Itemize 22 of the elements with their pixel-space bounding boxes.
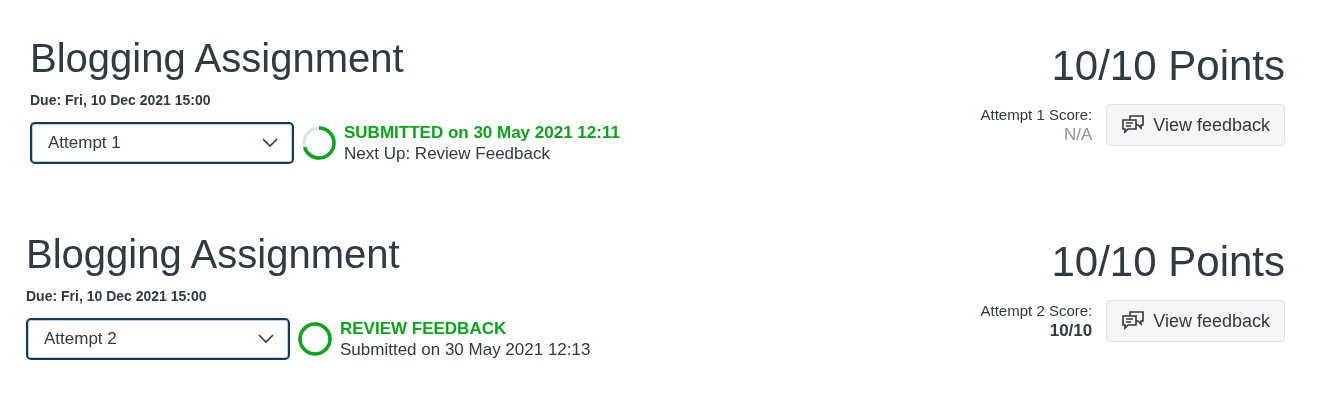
- view-feedback-button[interactable]: View feedback: [1106, 300, 1285, 342]
- points-total: 10/10 Points: [1051, 41, 1285, 91]
- score-value: N/A: [1063, 125, 1093, 145]
- attempt-select[interactable]: Attempt 2: [26, 318, 290, 360]
- score-value: 10/10: [1049, 321, 1093, 341]
- chat-icon: [1121, 310, 1146, 332]
- attempt-select[interactable]: Attempt 1: [30, 122, 294, 164]
- score-label: Attempt 1 Score:: [980, 105, 1093, 125]
- due-date: Due: Fri, 10 Dec 2021 15:00: [26, 288, 208, 304]
- due-date: Due: Fri, 10 Dec 2021 15:00: [30, 92, 212, 108]
- status-text: SUBMITTED on 30 May 2021 12:11: [344, 122, 620, 143]
- assignment-title: Blogging Assignment: [30, 35, 405, 82]
- score-label: Attempt 2 Score:: [980, 301, 1093, 321]
- status-detail: Next Up: Review Feedback: [344, 143, 551, 164]
- points-total: 10/10 Points: [1051, 237, 1285, 287]
- assignment-title: Blogging Assignment: [26, 231, 401, 278]
- chevron-down-icon: [258, 334, 274, 344]
- chat-icon: [1121, 114, 1146, 136]
- status-text: REVIEW FEEDBACK: [340, 318, 508, 339]
- chevron-down-icon: [262, 138, 278, 148]
- status-detail: Submitted on 30 May 2021 12:13: [340, 339, 591, 360]
- view-feedback-button[interactable]: View feedback: [1106, 104, 1285, 146]
